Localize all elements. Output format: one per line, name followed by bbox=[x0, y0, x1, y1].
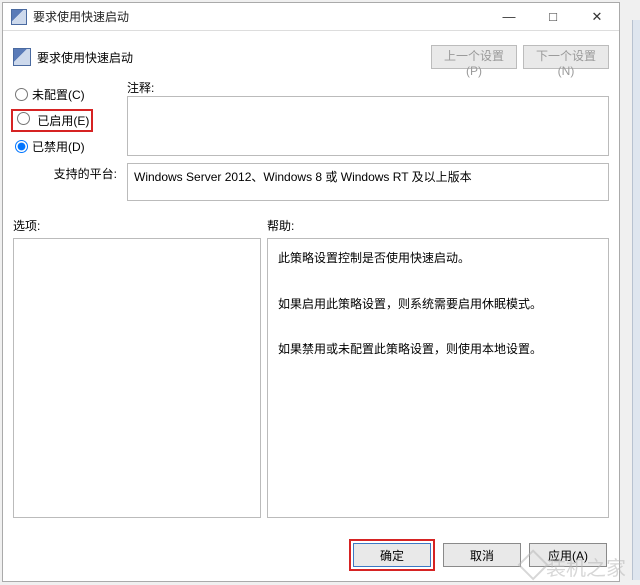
help-label: 帮助: bbox=[267, 217, 294, 234]
app-icon bbox=[11, 9, 27, 25]
titlebar: 要求使用快速启动 ― □ ✕ bbox=[3, 3, 619, 31]
policy-icon bbox=[13, 48, 31, 66]
radio-not-configured-row[interactable]: 未配置(C) bbox=[13, 81, 121, 107]
policy-title: 要求使用快速启动 bbox=[37, 49, 133, 66]
background-window-strip bbox=[632, 20, 640, 580]
radio-disabled[interactable] bbox=[15, 140, 28, 153]
maximize-button[interactable]: □ bbox=[531, 3, 575, 31]
content-area: 要求使用快速启动 上一个设置(P) 下一个设置(N) 未配置(C) 已启用(E) bbox=[3, 31, 619, 518]
help-pane: 此策略设置控制是否使用快速启动。 如果启用此策略设置，则系统需要启用休眠模式。 … bbox=[267, 238, 609, 518]
radio-not-configured-label: 未配置(C) bbox=[32, 86, 85, 103]
options-pane[interactable] bbox=[13, 238, 261, 518]
supported-platforms-text: Windows Server 2012、Windows 8 或 Windows … bbox=[134, 170, 472, 184]
radio-not-configured[interactable] bbox=[15, 88, 28, 101]
highlight-box-enabled: 已启用(E) bbox=[11, 109, 93, 132]
header-row: 要求使用快速启动 上一个设置(P) 下一个设置(N) bbox=[13, 39, 609, 75]
apply-button[interactable]: 应用(A) bbox=[529, 543, 607, 567]
minimize-button[interactable]: ― bbox=[487, 3, 531, 31]
state-radio-group: 未配置(C) 已启用(E) 已禁用(D) bbox=[13, 79, 121, 159]
highlight-box-ok: 确定 bbox=[349, 539, 435, 571]
window-controls: ― □ ✕ bbox=[487, 3, 619, 31]
previous-setting-button[interactable]: 上一个设置(P) bbox=[431, 45, 517, 69]
radio-enabled-label: 已启用(E) bbox=[37, 114, 89, 128]
radio-enabled-row[interactable]: 已启用(E) bbox=[13, 107, 121, 133]
help-line-3: 如果禁用或未配置此策略设置，则使用本地设置。 bbox=[278, 338, 598, 361]
comment-textarea[interactable] bbox=[127, 96, 609, 156]
radio-disabled-row[interactable]: 已禁用(D) bbox=[13, 133, 121, 159]
supported-label: 支持的平台: bbox=[54, 167, 117, 181]
help-line-2: 如果启用此策略设置，则系统需要启用休眠模式。 bbox=[278, 293, 598, 316]
radio-disabled-label: 已禁用(D) bbox=[32, 138, 85, 155]
right-column: 注释: bbox=[127, 79, 609, 159]
section-labels: 选项: 帮助: bbox=[13, 217, 609, 234]
supported-platforms-box: Windows Server 2012、Windows 8 或 Windows … bbox=[127, 163, 609, 201]
body-grid: 未配置(C) 已启用(E) 已禁用(D) 注释: 支持的平台: bbox=[13, 79, 609, 201]
panes: 此策略设置控制是否使用快速启动。 如果启用此策略设置，则系统需要启用休眠模式。 … bbox=[13, 238, 609, 518]
comment-label: 注释: bbox=[127, 81, 154, 95]
options-label: 选项: bbox=[13, 217, 267, 234]
footer-buttons: 确定 取消 应用(A) bbox=[349, 539, 607, 571]
dialog-window: 要求使用快速启动 ― □ ✕ 要求使用快速启动 上一个设置(P) 下一个设置(N… bbox=[2, 2, 620, 582]
close-button[interactable]: ✕ bbox=[575, 3, 619, 31]
ok-button[interactable]: 确定 bbox=[353, 543, 431, 567]
help-line-1: 此策略设置控制是否使用快速启动。 bbox=[278, 247, 598, 270]
supported-label-cell: 支持的平台: bbox=[13, 159, 121, 201]
window-title: 要求使用快速启动 bbox=[33, 8, 487, 25]
cancel-button[interactable]: 取消 bbox=[443, 543, 521, 567]
radio-enabled[interactable] bbox=[17, 112, 30, 125]
next-setting-button[interactable]: 下一个设置(N) bbox=[523, 45, 609, 69]
